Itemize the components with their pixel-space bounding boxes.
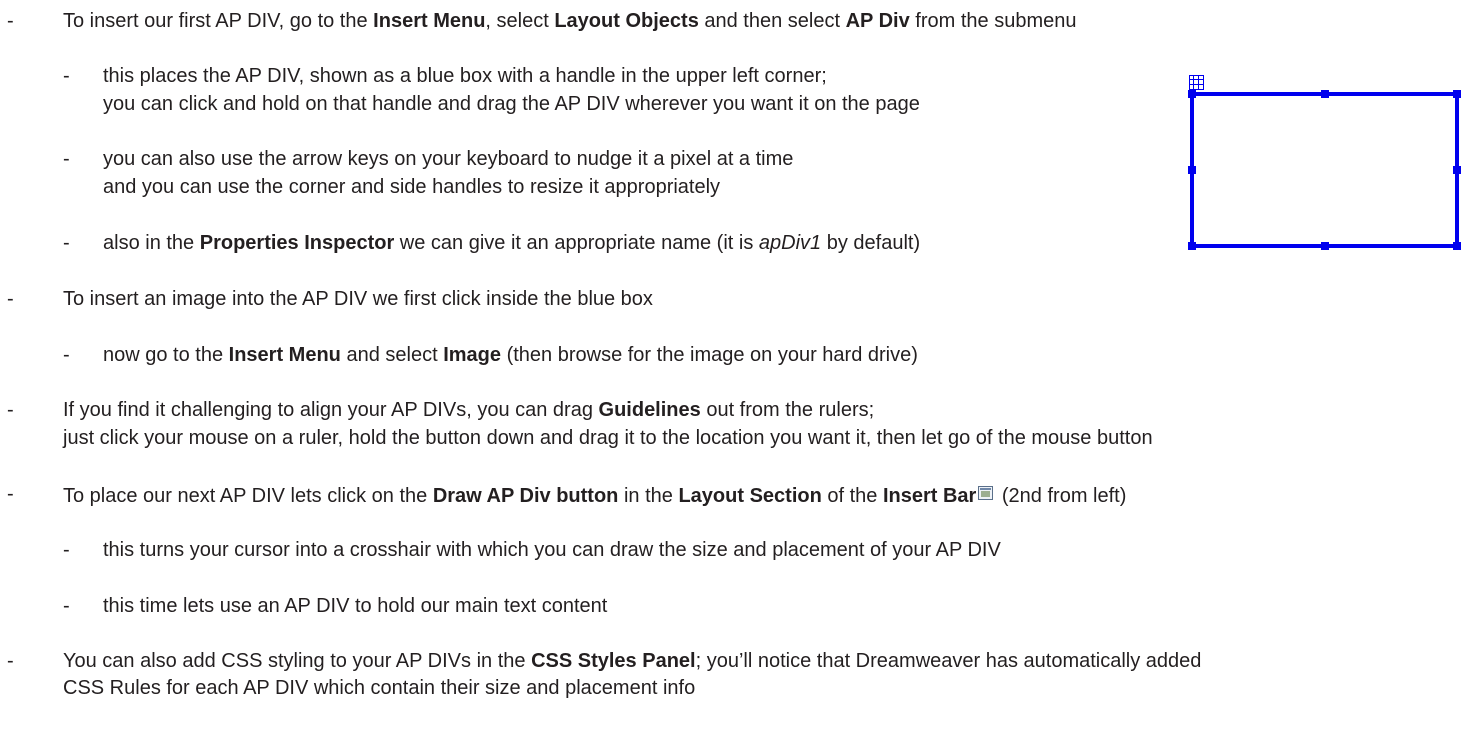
bold-text: Insert Menu [228,344,341,366]
text: You can also add CSS styling to your AP … [63,650,532,672]
bold-text: Insert Bar [882,485,977,507]
bullet-insert-first-apdiv: To insert our first AP DIV, go to the In… [63,7,1076,35]
apdiv-handle-icon [1189,75,1204,90]
apdiv-border [1190,92,1459,248]
text: now go to the [103,344,229,366]
bullet-main-text-content: this time lets use an AP DIV to hold our… [103,592,607,620]
text: ; you’ll notice that Dreamweaver has aut… [695,650,1202,672]
resize-handle [1453,90,1461,98]
resize-handle [1188,166,1196,174]
text: , select [485,10,555,32]
bullet-guidelines-line2: just click your mouse on a ruler, hold t… [63,424,1153,452]
bullet-css-styles-line1: You can also add CSS styling to your AP … [63,647,1201,675]
text: and then select [698,10,846,32]
bullet-insert-menu-image: now go to the Insert Menu and select Ima… [103,341,918,369]
bullet-dash: - [63,595,70,617]
apdiv-illustration [1186,74,1462,254]
bullet-css-styles-line2: CSS Rules for each AP DIV which contain … [63,674,695,702]
text: If you find it challenging to align your… [63,399,599,421]
bold-text: Layout Section [678,485,822,507]
bullet-dash: - [7,650,14,672]
resize-handle [1321,90,1329,98]
bullet-places-apdiv-line1: this places the AP DIV, shown as a blue … [103,62,827,90]
text: CSS Rules for each AP DIV which contain … [63,677,696,699]
bullet-draw-apdiv: To place our next AP DIV lets click on t… [63,480,1126,510]
resize-handle [1453,242,1461,250]
bullet-places-apdiv-line2: you can click and hold on that handle an… [103,90,920,118]
text: we can give it an appropriate name (it i… [394,232,759,254]
text: (then browse for the image on your hard … [501,344,918,366]
text: from the submenu [909,10,1077,32]
bold-text: Layout Objects [554,10,699,32]
draw-ap-div-icon [978,480,994,500]
text: To place our next AP DIV lets click on t… [63,485,433,507]
text: in the [618,485,679,507]
text: and select [340,344,444,366]
text: of the [821,485,883,507]
text: and you can use the corner and side hand… [103,176,721,198]
bullet-arrow-keys-line1: you can also use the arrow keys on your … [103,145,793,173]
bold-text: AP Div [845,10,910,32]
bold-text: Image [443,344,502,366]
bold-text: CSS Styles Panel [531,650,696,672]
text: To insert an image into the AP DIV we fi… [63,288,653,310]
text: this places the AP DIV, shown as a blue … [103,65,827,87]
bullet-arrow-keys-line2: and you can use the corner and side hand… [103,173,720,201]
text: (2nd from left) [996,485,1127,507]
text: this time lets use an AP DIV to hold our… [103,595,608,617]
bold-text: Properties Inspector [199,232,395,254]
bullet-dash: - [63,65,70,87]
bullet-dash: - [7,399,14,421]
text: just click your mouse on a ruler, hold t… [63,427,1153,449]
resize-handle [1453,166,1461,174]
resize-handle [1188,242,1196,250]
text: out from the rulers; [700,399,875,421]
resize-handle [1188,90,1196,98]
text: you can click and hold on that handle an… [103,93,920,115]
bullet-dash: - [7,288,14,310]
bold-text: Draw AP Div button [432,485,619,507]
text: also in the [103,232,200,254]
bullet-dash: - [63,539,70,561]
bullet-dash: - [63,232,70,254]
italic-text: apDiv1 [758,232,822,254]
text: by default) [821,232,921,254]
bullet-dash: - [7,483,14,505]
text: To insert our first AP DIV, go to the [63,10,374,32]
bullet-dash: - [7,10,14,32]
bullet-insert-image: To insert an image into the AP DIV we fi… [63,285,653,313]
text: this turns your cursor into a crosshair … [103,539,1001,561]
bullet-dash: - [63,148,70,170]
bold-text: Insert Menu [373,10,486,32]
bullet-crosshair: this turns your cursor into a crosshair … [103,536,1001,564]
bullet-guidelines-line1: If you find it challenging to align your… [63,396,874,424]
bold-text: Guidelines [598,399,701,421]
bullet-properties-inspector: also in the Properties Inspector we can … [103,229,920,257]
apdiv-box [1188,75,1461,250]
resize-handle [1321,242,1329,250]
bullet-dash: - [63,344,70,366]
text: you can also use the arrow keys on your … [103,148,794,170]
